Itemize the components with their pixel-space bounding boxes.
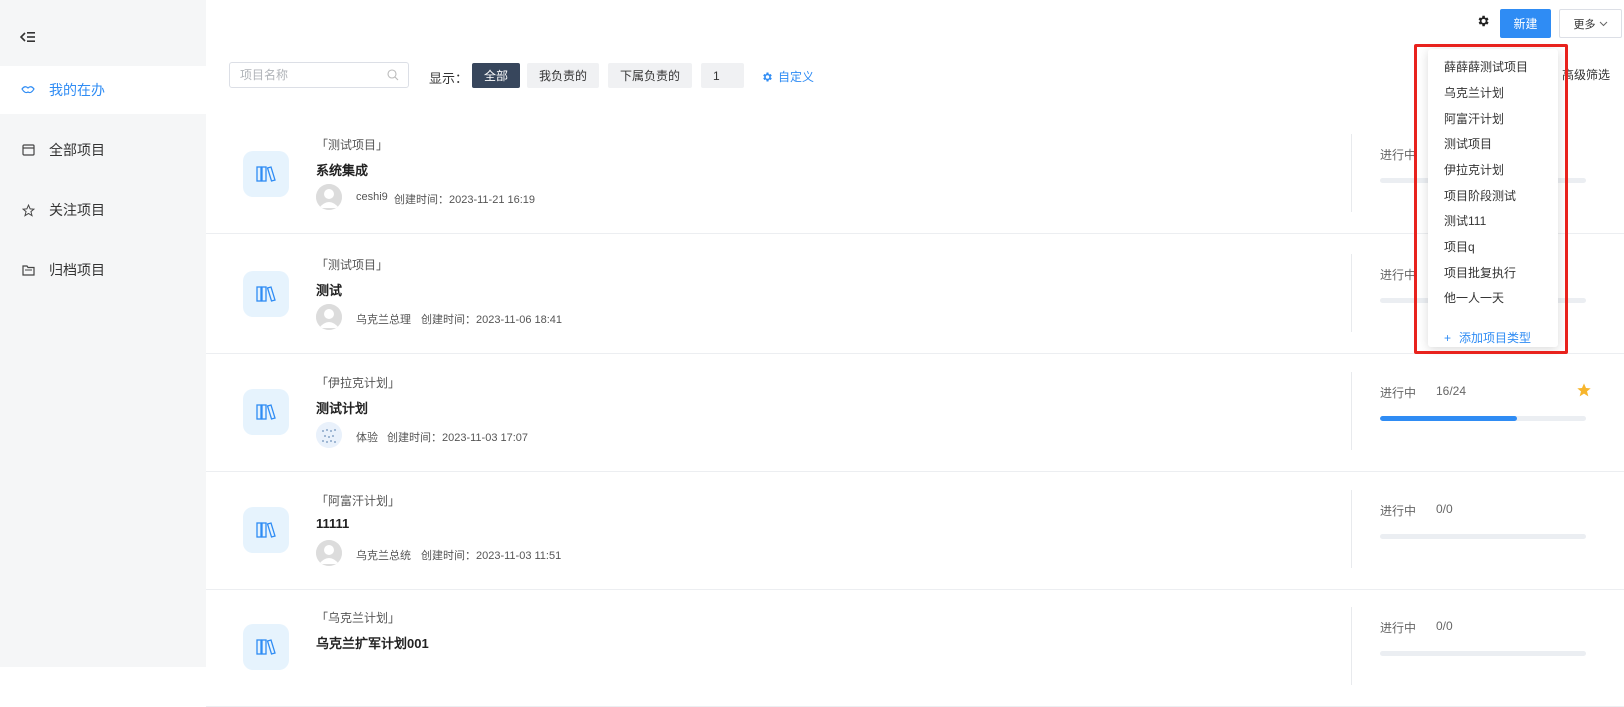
avatar (316, 304, 342, 330)
dropdown-item[interactable]: 测试项目 (1444, 135, 1492, 152)
books-icon[interactable] (243, 507, 289, 553)
created-time: 创建时间：2023-11-03 17:07 (387, 432, 529, 444)
sidebar: 我的在办 全部项目 关注项目 归档项目 (0, 0, 206, 667)
star-filled-icon[interactable] (1576, 382, 1592, 398)
new-project-type-dropdown: 薛薛薛测试项目 乌克兰计划 阿富汗计划 测试项目 伊拉克计划 项目阶段测试 测试… (1428, 49, 1558, 347)
created-time: 创建时间：2023-11-21 16:19 (394, 194, 536, 206)
books-icon[interactable] (243, 624, 289, 670)
row-divider (1351, 254, 1352, 332)
project-name[interactable]: 测试计划 (316, 398, 368, 417)
dropdown-item[interactable]: 项目阶段测试 (1444, 187, 1516, 204)
dropdown-item[interactable]: 薛薛薛测试项目 (1444, 58, 1528, 75)
progress-count: 0/0 (1436, 619, 1453, 633)
window-icon (21, 143, 35, 157)
row-divider (1351, 607, 1352, 685)
status-text: 进行中 (1380, 504, 1417, 518)
add-project-type-button[interactable]: + 添加项目类型 (1444, 329, 1531, 346)
books-icon[interactable] (243, 271, 289, 317)
filter-mine-button[interactable]: 我负责的 (527, 63, 600, 88)
customize-link[interactable]: 自定义 (761, 68, 814, 85)
settings-gear-icon[interactable] (1476, 14, 1492, 30)
sidebar-item-label: 全部项目 (49, 142, 105, 158)
project-row[interactable]: 「测试项目」 测试 乌克兰总理 创建时间：2023-11-06 18:41 进行… (206, 232, 1624, 354)
sidebar-item-label: 我的在办 (49, 82, 105, 98)
project-type: 「测试项目」 (316, 258, 389, 272)
more-button[interactable]: 更多 (1559, 9, 1622, 38)
created-time: 创建时间：2023-11-06 18:41 (421, 314, 563, 326)
filter-custom-1-button[interactable]: 1 (701, 63, 744, 88)
sidebar-item-my-tasks[interactable]: 我的在办 (0, 66, 206, 114)
project-owner: 体验 (356, 432, 378, 444)
project-row[interactable]: 「测试项目」 系统集成 ceshi9 创建时间：2023-11-21 16:19… (206, 112, 1624, 234)
star-outline-icon (21, 203, 35, 217)
project-owner: 乌克兰总理 (356, 314, 411, 326)
dropdown-item[interactable]: 伊拉克计划 (1444, 161, 1504, 178)
search-icon[interactable] (387, 69, 399, 81)
created-time: 创建时间：2023-11-03 11:51 (421, 550, 562, 562)
project-row[interactable]: 「乌克兰计划」 乌克兰扩军计划001 进行中 0/0 (206, 585, 1624, 707)
customize-label: 自定义 (778, 70, 815, 84)
project-name[interactable]: 乌克兰扩军计划001 (316, 633, 429, 652)
dropdown-item[interactable]: 他一人一天 (1444, 289, 1504, 306)
archive-icon (21, 263, 35, 277)
project-owner: 乌克兰总统 (356, 550, 411, 562)
project-type: 「测试项目」 (316, 138, 389, 152)
progress-bar (1380, 651, 1586, 656)
dropdown-item[interactable]: 测试111 (1444, 212, 1486, 229)
avatar (316, 540, 342, 566)
project-name[interactable]: 11111 (316, 516, 349, 531)
collapse-sidebar-icon[interactable] (19, 30, 40, 50)
sidebar-item-label: 关注项目 (49, 202, 105, 218)
progress-count: 0/0 (1436, 502, 1453, 516)
progress-count: 16/24 (1436, 384, 1467, 398)
dropdown-item[interactable]: 乌克兰计划 (1444, 84, 1504, 101)
progress-bar-fill (1380, 416, 1518, 421)
advanced-filter-link[interactable]: 高级筛选 (1562, 66, 1610, 83)
project-type: 「伊拉克计划」 (316, 376, 401, 390)
dropdown-item[interactable]: 项目q (1444, 238, 1475, 255)
dropdown-item[interactable]: 阿富汗计划 (1444, 110, 1504, 127)
search-input[interactable] (240, 68, 380, 82)
gear-icon (763, 72, 772, 81)
project-row[interactable]: 「伊拉克计划」 测试计划 体验 创建时间：2023-11-03 17:07 进行… (206, 350, 1624, 472)
books-icon[interactable] (243, 389, 289, 435)
filter-all-button[interactable]: 全部 (472, 63, 521, 88)
status-text: 进行中 (1380, 621, 1417, 635)
sidebar-item-followed[interactable]: 关注项目 (0, 186, 206, 234)
status-text: 进行中 (1380, 148, 1417, 162)
project-type: 「阿富汗计划」 (316, 494, 401, 508)
avatar (316, 422, 342, 448)
plus-icon: + (1444, 331, 1452, 345)
sidebar-item-label: 归档项目 (49, 262, 105, 278)
status-text: 进行中 (1380, 268, 1417, 282)
more-button-label: 更多 (1573, 18, 1596, 31)
add-project-type-label: 添加项目类型 (1459, 331, 1532, 345)
progress-bar (1380, 534, 1586, 539)
project-owner: ceshi9 (356, 191, 388, 203)
sidebar-item-all-projects[interactable]: 全部项目 (0, 126, 206, 174)
avatar (316, 184, 342, 210)
new-button[interactable]: 新建 (1500, 9, 1551, 38)
project-type: 「乌克兰计划」 (316, 611, 401, 625)
status-text: 进行中 (1380, 386, 1417, 400)
project-name[interactable]: 测试 (316, 280, 342, 299)
chevron-down-icon (1599, 21, 1607, 26)
books-icon[interactable] (243, 151, 289, 197)
filter-subordinates-button[interactable]: 下属负责的 (608, 63, 693, 88)
project-name[interactable]: 系统集成 (316, 160, 368, 179)
project-row[interactable]: 「阿富汗计划」 11111 乌克兰总统 创建时间：2023-11-03 11:5… (206, 468, 1624, 590)
show-label: 显示： (429, 71, 469, 86)
row-divider (1351, 134, 1352, 212)
progress-bar (1380, 416, 1586, 421)
search-field[interactable] (229, 62, 409, 88)
sidebar-item-archived[interactable]: 归档项目 (0, 246, 206, 294)
handshake-icon (21, 83, 35, 97)
dropdown-item[interactable]: 项目批复执行 (1444, 264, 1516, 281)
row-divider (1351, 372, 1352, 450)
row-divider (1351, 490, 1352, 568)
